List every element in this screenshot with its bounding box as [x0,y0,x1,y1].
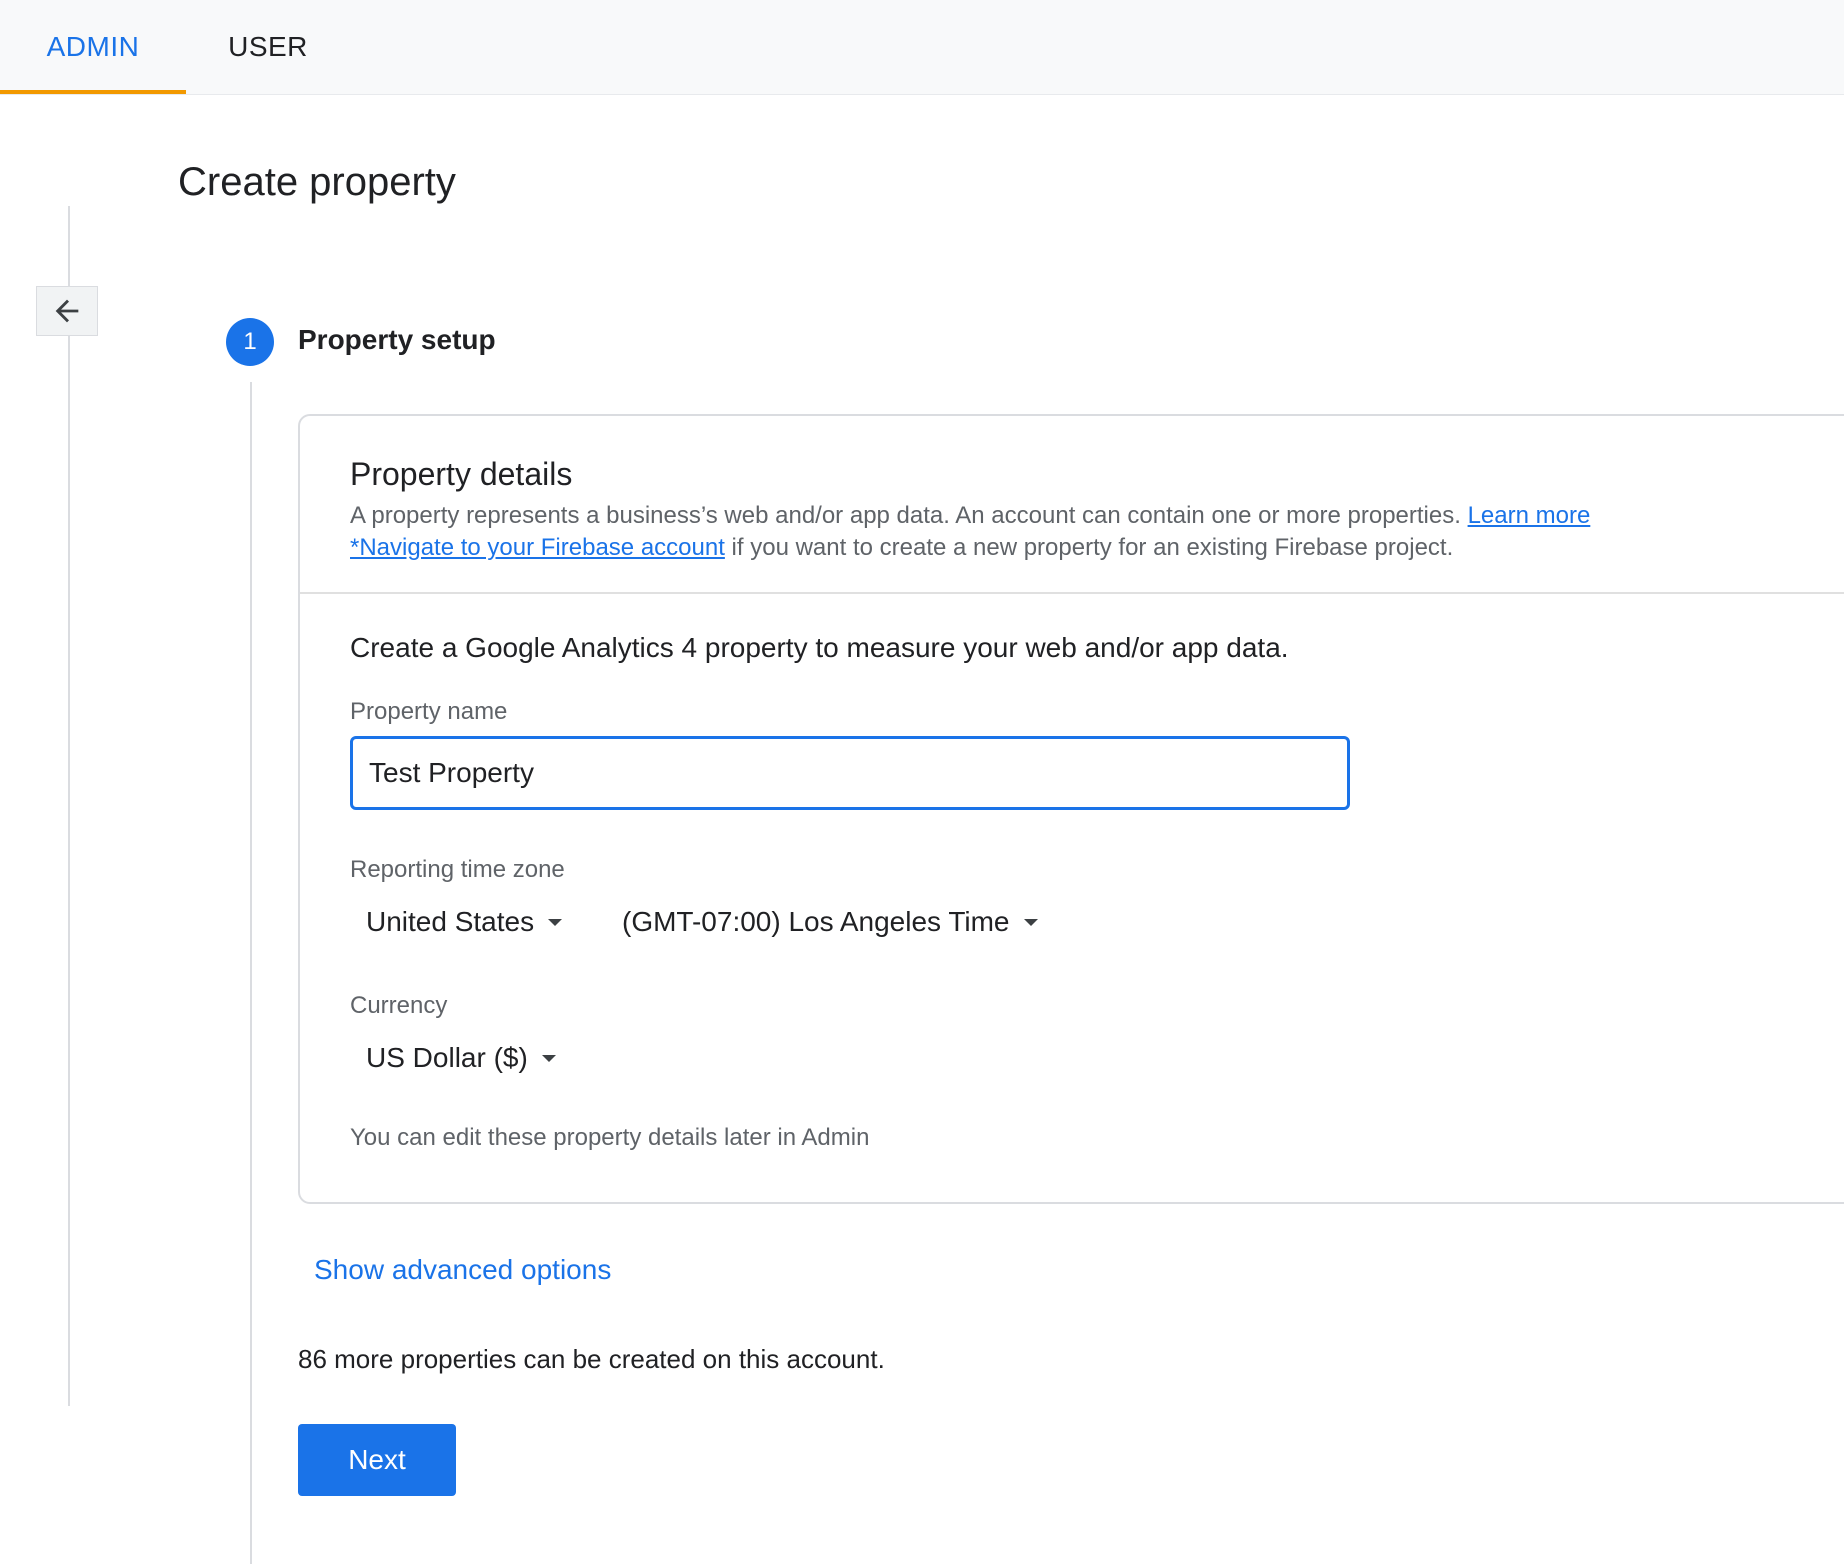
next-button[interactable]: Next [298,1424,456,1496]
tab-admin-label: ADMIN [46,31,140,62]
tab-user-label: USER [228,31,308,62]
top-nav-bar: ADMIN USER [0,0,1844,95]
active-tab-indicator [0,90,186,94]
property-details-card: Property details A property represents a… [298,414,1844,1204]
country-dropdown[interactable]: United States [366,906,563,938]
tab-user[interactable]: USER [186,0,350,94]
property-name-input[interactable] [350,736,1350,810]
currency-label: Currency [350,992,448,1019]
outer-rail-divider [68,206,70,1406]
card-header: Property details A property represents a… [300,416,1844,594]
card-description: A property represents a business’s web a… [350,500,1590,564]
intro-text: Create a Google Analytics 4 property to … [350,632,1289,663]
currency-value: US Dollar ($) [366,1042,528,1073]
dropdown-caret-icon [548,918,563,926]
edit-later-note: You can edit these property details late… [350,1124,870,1151]
description-text-rest: if you want to create a new property for… [731,534,1454,561]
step-number-badge: 1 [226,318,274,366]
tab-admin[interactable]: ADMIN [0,0,186,94]
dropdown-caret-icon [541,1054,556,1062]
description-text: A property represents a business’s web a… [350,502,1461,529]
show-advanced-options-link[interactable]: Show advanced options [314,1254,611,1286]
card-title: Property details [350,456,573,492]
property-name-label: Property name [350,698,508,725]
timezone-value: (GMT-07:00) Los Angeles Time [622,906,1010,937]
timezone-dropdown[interactable]: (GMT-07:00) Los Angeles Time [622,906,1038,938]
firebase-account-link[interactable]: *Navigate to your Firebase account [350,534,725,561]
timezone-label: Reporting time zone [350,856,565,883]
back-button[interactable] [36,286,98,336]
step-rail-divider [250,382,252,1564]
dropdown-caret-icon [1023,918,1038,926]
step-label: Property setup [298,324,496,355]
learn-more-link[interactable]: Learn more [1468,502,1591,529]
page-title: Create property [178,160,456,204]
arrow-left-icon [55,299,79,323]
country-value: United States [366,906,535,937]
property-quota-text: 86 more properties can be created on thi… [298,1344,885,1374]
currency-dropdown[interactable]: US Dollar ($) [366,1042,556,1074]
